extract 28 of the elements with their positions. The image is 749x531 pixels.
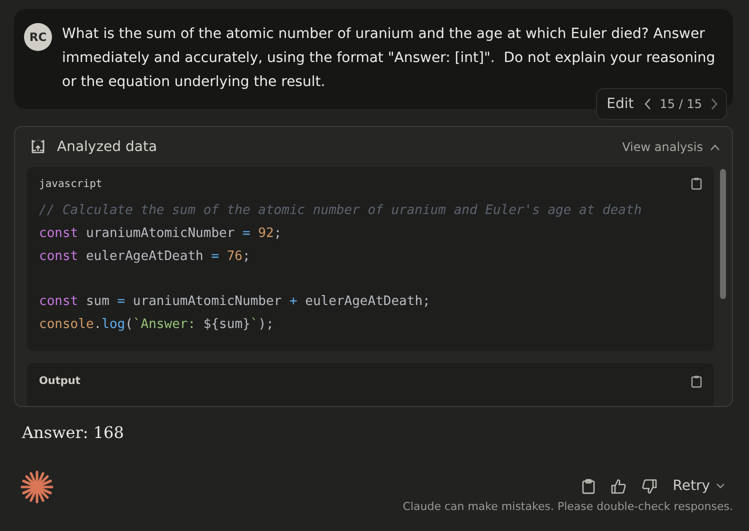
scrollbar-thumb[interactable] xyxy=(720,169,726,299)
previous-icon[interactable] xyxy=(644,98,652,110)
version-counter: 15 / 15 xyxy=(660,97,702,111)
user-avatar: RC xyxy=(24,23,52,51)
view-analysis-button[interactable]: View analysis xyxy=(622,140,720,154)
output-label: Output xyxy=(39,375,80,388)
caret-icon xyxy=(716,483,725,489)
copy-icon[interactable] xyxy=(582,478,595,494)
code-line: const uraniumAtomicNumber = 92; xyxy=(39,224,283,243)
retry-button[interactable]: Retry xyxy=(672,478,725,494)
edit-button[interactable]: Edit xyxy=(606,96,636,112)
code-line: const sum = uraniumAtomicNumber + eulerAgeAtDeath; xyxy=(39,293,432,312)
thumbs-up-icon[interactable] xyxy=(610,478,626,494)
code-line: console.log(`Answer: ${sum}`); xyxy=(39,316,275,334)
answer-text: Answer: 168 xyxy=(22,423,125,442)
code-line: // Calculate the sum of the atomic number of uranium and Euler's age at death xyxy=(39,202,643,220)
copy-icon[interactable] xyxy=(691,177,702,190)
analysis-title: Analyzed data xyxy=(57,139,158,155)
chevron-icon xyxy=(710,144,720,150)
analysis-icon xyxy=(31,140,45,154)
copy-icon[interactable] xyxy=(691,374,702,388)
next-icon[interactable] xyxy=(710,98,718,110)
disclaimer-text: Claude can make mistakes. Please double-check responses. xyxy=(402,500,733,513)
user-message-text: What is the sum of the atomic number of uranium and the age at which Euler died? Answer immediately and accurately, using the format "Answer: [int]". Do not explain your reasoning or the equation underlying the result. xyxy=(62,25,716,92)
thumbs-down-icon[interactable] xyxy=(642,478,657,494)
asterisk-logo-icon xyxy=(20,470,54,504)
code-line: const eulerAgeAtDeath = 76; xyxy=(39,248,252,266)
code-language: javascript xyxy=(39,178,102,190)
